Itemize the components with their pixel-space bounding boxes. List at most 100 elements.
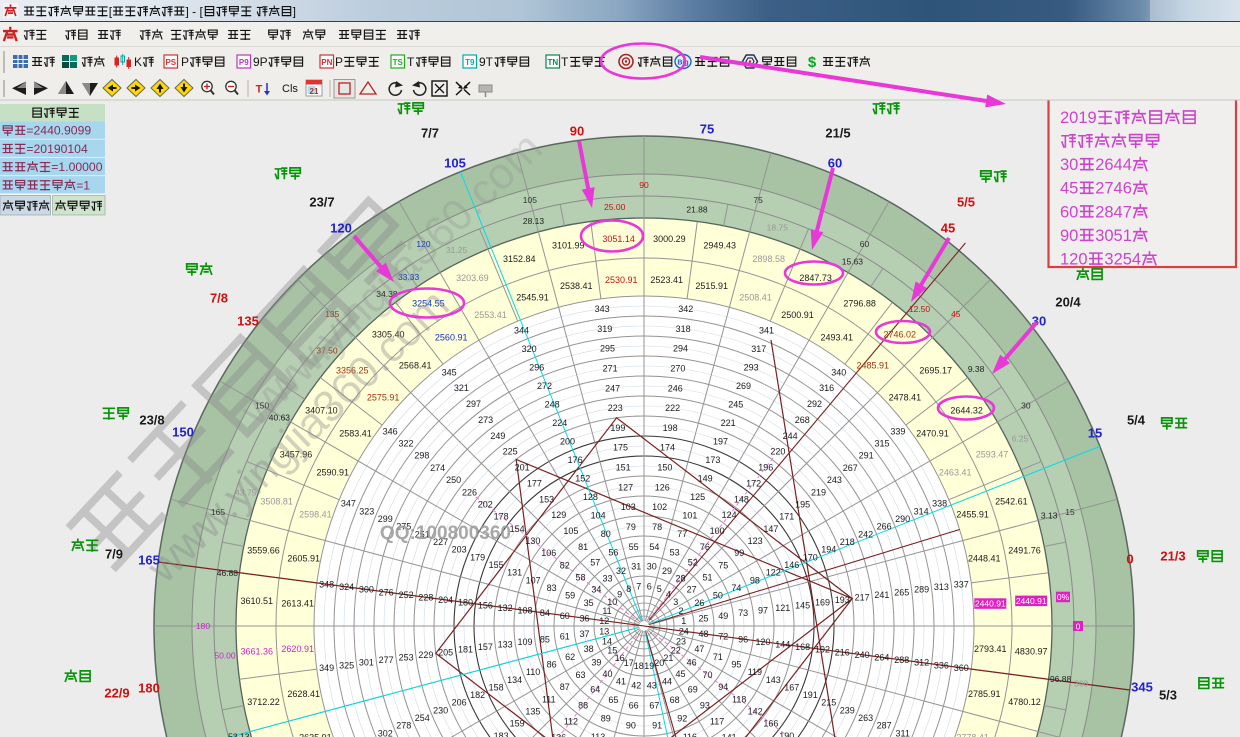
- svg-text:220: 220: [770, 447, 785, 457]
- svg-text:119: 119: [748, 667, 762, 677]
- svg-text:277: 277: [379, 655, 394, 665]
- svg-text:54: 54: [649, 542, 659, 552]
- svg-text:2590.91: 2590.91: [317, 468, 350, 478]
- svg-text:122: 122: [766, 568, 781, 578]
- svg-text:205: 205: [438, 647, 453, 657]
- svg-text:2485.91: 2485.91: [857, 360, 890, 370]
- svg-text:177: 177: [527, 478, 542, 488]
- svg-text:103: 103: [621, 502, 636, 512]
- svg-text:45: 45: [941, 221, 955, 236]
- svg-text:60: 60: [1060, 203, 1078, 221]
- svg-text:1: 1: [681, 616, 686, 626]
- svg-text:94: 94: [718, 682, 728, 692]
- svg-text:206: 206: [452, 698, 467, 708]
- svg-text:117: 117: [710, 716, 724, 726]
- svg-text:247: 247: [605, 383, 620, 393]
- svg-text:196: 196: [758, 463, 773, 473]
- svg-text:90: 90: [626, 720, 636, 730]
- svg-text:120: 120: [1060, 251, 1088, 269]
- svg-text:46: 46: [687, 658, 697, 668]
- svg-text:90: 90: [639, 180, 649, 190]
- svg-text:294: 294: [673, 344, 688, 354]
- svg-text:Cls: Cls: [282, 83, 298, 95]
- svg-text:325: 325: [339, 660, 354, 670]
- svg-text:13: 13: [599, 626, 609, 636]
- svg-text:20/4: 20/4: [1055, 295, 1081, 310]
- svg-text:141: 141: [722, 732, 737, 737]
- svg-text:292: 292: [807, 399, 822, 409]
- svg-text:60: 60: [860, 239, 870, 249]
- svg-text:268: 268: [795, 415, 810, 425]
- svg-text:21/3: 21/3: [1160, 549, 1185, 564]
- svg-text:2523.41: 2523.41: [650, 275, 683, 285]
- svg-text:34: 34: [591, 585, 601, 595]
- svg-text:2463.41: 2463.41: [939, 468, 972, 478]
- svg-text:11: 11: [602, 606, 611, 616]
- svg-text:3661.36: 3661.36: [241, 647, 274, 657]
- svg-text:321: 321: [454, 383, 469, 393]
- svg-text:84: 84: [540, 608, 550, 618]
- svg-text:316: 316: [819, 383, 834, 393]
- svg-text:47: 47: [694, 644, 704, 654]
- svg-text:339: 339: [890, 426, 905, 436]
- svg-text:21/5: 21/5: [825, 126, 850, 141]
- svg-text:106: 106: [541, 548, 556, 558]
- svg-text:116: 116: [683, 732, 697, 737]
- svg-text:269: 269: [736, 381, 751, 391]
- svg-text:12: 12: [599, 616, 609, 626]
- svg-text:180: 180: [196, 621, 210, 631]
- svg-text:=1.00000: =1.00000: [51, 160, 102, 174]
- svg-text:57: 57: [590, 558, 600, 568]
- svg-text:49: 49: [718, 611, 728, 621]
- svg-text:9: 9: [617, 590, 622, 600]
- svg-text:145: 145: [795, 600, 810, 610]
- svg-text:298: 298: [414, 451, 429, 461]
- svg-text:105: 105: [563, 526, 578, 536]
- svg-text:2605.91: 2605.91: [287, 554, 320, 564]
- svg-text:202: 202: [478, 499, 493, 509]
- svg-text:2746.02: 2746.02: [884, 330, 917, 340]
- svg-text:40: 40: [602, 669, 612, 679]
- svg-text:23/7: 23/7: [309, 195, 334, 210]
- svg-text:85: 85: [540, 634, 550, 644]
- svg-text:4780.12: 4780.12: [1008, 697, 1041, 707]
- svg-text:2542.61: 2542.61: [995, 497, 1028, 507]
- svg-text:2538.41: 2538.41: [560, 281, 593, 291]
- svg-text:T9: T9: [465, 58, 475, 67]
- svg-text:291: 291: [859, 451, 874, 461]
- svg-text:267: 267: [843, 463, 858, 473]
- svg-text:110: 110: [526, 667, 540, 677]
- svg-text:30: 30: [1060, 156, 1078, 174]
- svg-text:336: 336: [934, 660, 949, 670]
- svg-text:317: 317: [751, 344, 766, 354]
- svg-text:2560.91: 2560.91: [435, 333, 468, 343]
- svg-text:62: 62: [565, 652, 575, 662]
- svg-text:243: 243: [827, 475, 842, 485]
- svg-text:2620.91: 2620.91: [281, 644, 314, 654]
- svg-text:43: 43: [647, 681, 657, 691]
- svg-text:53: 53: [670, 547, 680, 557]
- svg-text:44: 44: [662, 677, 672, 687]
- svg-text:67: 67: [649, 701, 659, 711]
- svg-text:204: 204: [438, 595, 453, 605]
- svg-text:69: 69: [688, 685, 698, 695]
- svg-text:297: 297: [466, 399, 481, 409]
- svg-text:60: 60: [828, 156, 842, 171]
- svg-text:5/5: 5/5: [957, 195, 975, 210]
- svg-text:180: 180: [138, 681, 160, 696]
- svg-text:46.88: 46.88: [217, 568, 239, 578]
- svg-text:2491.76: 2491.76: [1008, 546, 1041, 556]
- svg-text:70: 70: [702, 670, 712, 680]
- svg-text:3: 3: [673, 597, 678, 607]
- svg-text:76: 76: [700, 542, 710, 552]
- svg-text:2628.41: 2628.41: [287, 689, 320, 699]
- svg-text:2440.91: 2440.91: [1016, 596, 1047, 606]
- svg-text:121: 121: [775, 603, 790, 613]
- svg-text:132: 132: [498, 603, 513, 613]
- svg-text:150: 150: [657, 463, 672, 473]
- svg-text:3559.66: 3559.66: [247, 546, 280, 556]
- svg-text:9P: 9P: [253, 55, 268, 69]
- svg-text:271: 271: [603, 363, 618, 373]
- svg-text:293: 293: [744, 363, 759, 373]
- svg-text:124: 124: [722, 510, 737, 520]
